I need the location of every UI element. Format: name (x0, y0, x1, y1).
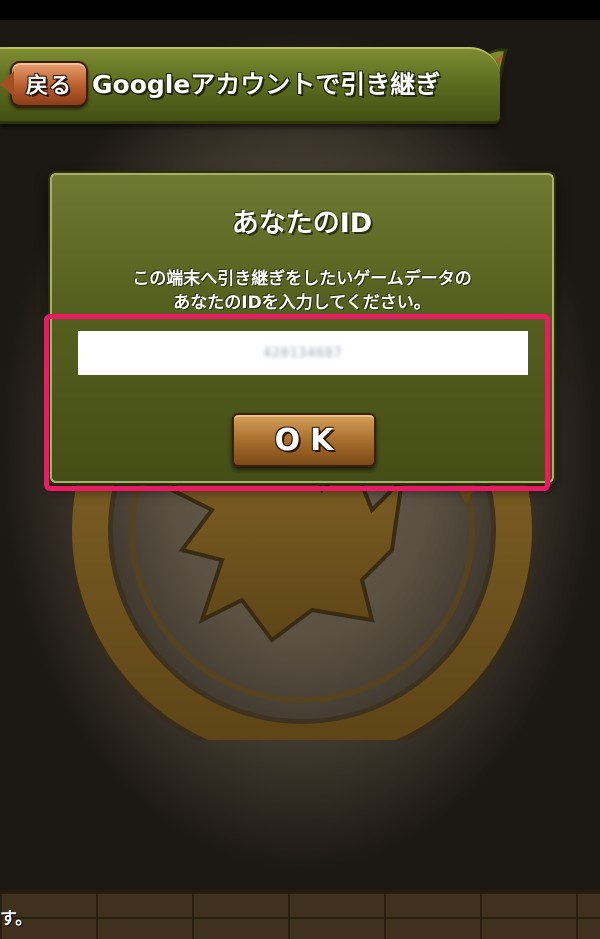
back-button[interactable]: 戻る (0, 61, 88, 107)
bottom-message-bar: す。 (0, 889, 600, 939)
page-title: Googleアカウントで引き継ぎ (92, 70, 441, 99)
id-input-dialog: あなたのID この端末へ引き継ぎをしたいゲームデータの あなたのIDを入力してく… (50, 173, 554, 483)
back-arrow-icon (0, 71, 14, 97)
header-bar: 戻る Googleアカウントで引き継ぎ (0, 47, 500, 124)
dialog-message-line-1: この端末へ引き継ぎをしたいゲームデータの (132, 269, 472, 289)
brick-texture (0, 892, 600, 939)
ok-button[interactable]: OK (232, 413, 376, 467)
dialog-message-line-2: あなたのIDを入力してください。 (173, 293, 431, 313)
ok-button-label: OK (274, 422, 344, 458)
bottom-message-text: す。 (0, 909, 33, 929)
status-bar (0, 0, 600, 20)
back-button-label: 戻る (25, 74, 72, 99)
id-input-field[interactable]: 420134687 (78, 331, 528, 375)
dialog-title: あなたのID (231, 208, 373, 239)
id-input-value: 420134687 (263, 345, 343, 361)
dialog-message: この端末へ引き継ぎをしたいゲームデータの あなたのIDを入力してください。 (52, 267, 552, 315)
game-screen: 戻る Googleアカウントで引き継ぎ あなたのID この端末へ引き継ぎをしたい… (0, 20, 600, 939)
